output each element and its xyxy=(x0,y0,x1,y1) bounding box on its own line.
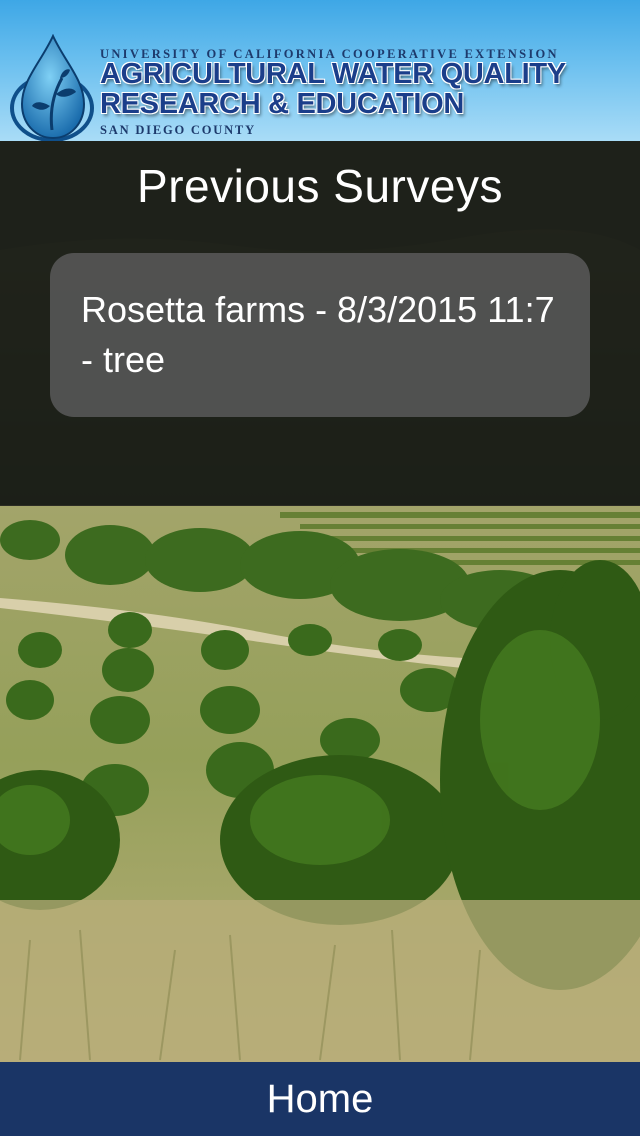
banner-title-line-2: RESEARCH & EDUCATION xyxy=(100,88,465,120)
header-banner: UNIVERSITY OF CALIFORNIA COOPERATIVE EXT… xyxy=(0,0,640,141)
page-title: Previous Surveys xyxy=(137,160,503,212)
survey-item-label: Rosetta farms - 8/3/2015 11:7 - tree xyxy=(81,289,555,380)
survey-list: Rosetta farms - 8/3/2015 11:7 - tree xyxy=(50,253,590,417)
banner-county: SAN DIEGO COUNTY xyxy=(100,123,256,137)
survey-item[interactable]: Rosetta farms - 8/3/2015 11:7 - tree xyxy=(50,253,590,417)
water-drop-plant-icon xyxy=(10,34,94,141)
home-button[interactable]: Home xyxy=(0,1062,640,1136)
app-screen: UNIVERSITY OF CALIFORNIA COOPERATIVE EXT… xyxy=(0,0,640,1136)
home-button-label: Home xyxy=(266,1077,374,1121)
banner-title-line-1: AGRICULTURAL WATER QUALITY xyxy=(100,58,566,90)
